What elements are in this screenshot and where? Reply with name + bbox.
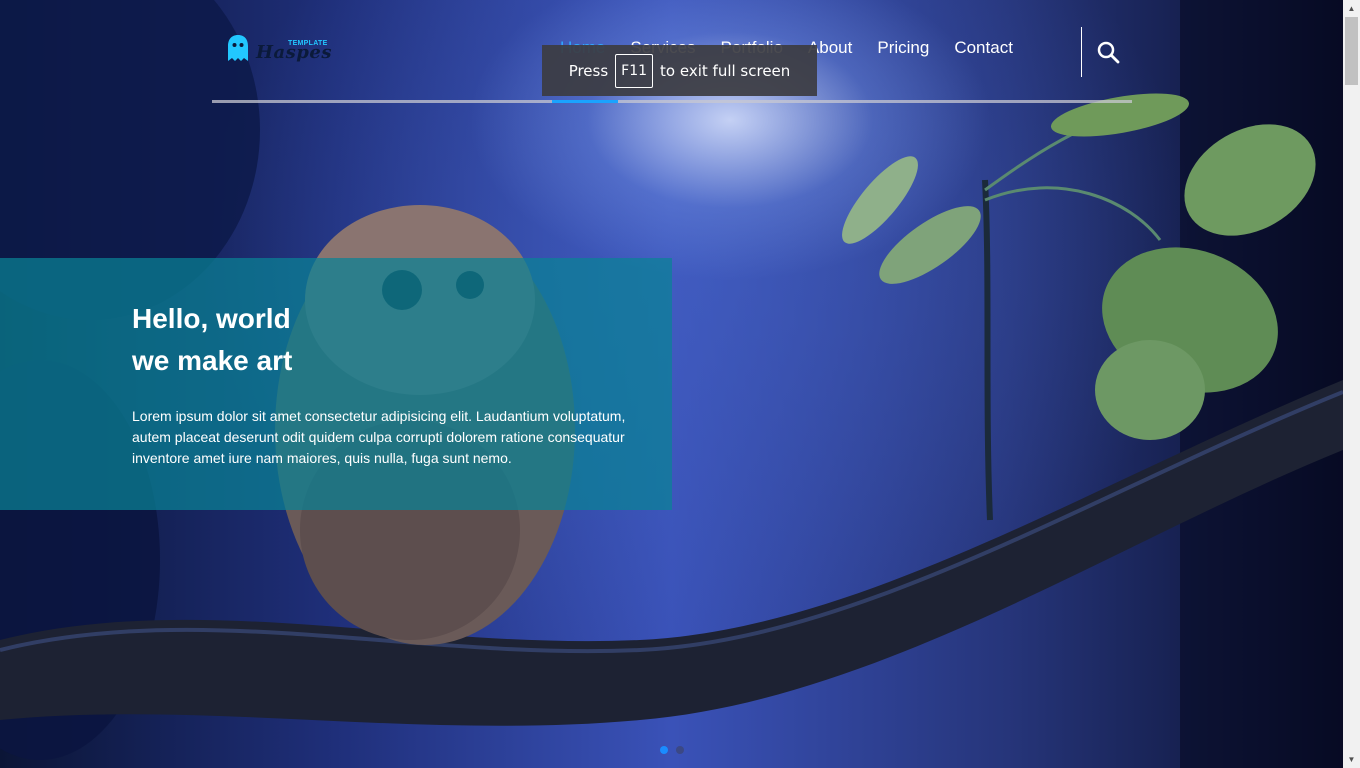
fullscreen-notice-prefix: Press — [568, 61, 609, 80]
slider-dot-2[interactable] — [676, 746, 684, 754]
slider-dots — [660, 746, 684, 754]
logo-wordmark: Haspes — [256, 42, 332, 63]
scroll-down-arrow-icon[interactable]: ▼ — [1343, 751, 1360, 768]
scrollbar-thumb[interactable] — [1345, 17, 1358, 85]
nav-pricing[interactable]: Pricing — [877, 38, 929, 58]
hero-title: Hello, world we make art — [132, 298, 292, 382]
nav-contact[interactable]: Contact — [954, 38, 1013, 58]
hero-title-line1: Hello, world — [132, 303, 291, 334]
nav-divider — [1081, 27, 1082, 77]
nav-underline — [212, 100, 1132, 103]
nav-active-indicator — [552, 100, 618, 103]
hero-description: Lorem ipsum dolor sit amet consectetur a… — [132, 408, 626, 466]
fullscreen-key: F11 — [615, 53, 654, 88]
slider-dot-1[interactable] — [660, 746, 668, 754]
vertical-scrollbar[interactable]: ▲ ▼ — [1343, 0, 1360, 768]
ghost-icon — [228, 35, 248, 61]
search-icon[interactable] — [1096, 40, 1120, 64]
site-logo[interactable]: TEMPLATE Haspes — [226, 34, 331, 68]
fullscreen-notice: Press F11 to exit full screen — [542, 45, 817, 96]
hero-title-line2: we make art — [132, 345, 293, 376]
hero-caption-panel: Hello, world we make art Lorem ipsum dol… — [0, 258, 672, 510]
scroll-up-arrow-icon[interactable]: ▲ — [1343, 0, 1360, 17]
fullscreen-notice-suffix: to exit full screen — [660, 61, 791, 80]
